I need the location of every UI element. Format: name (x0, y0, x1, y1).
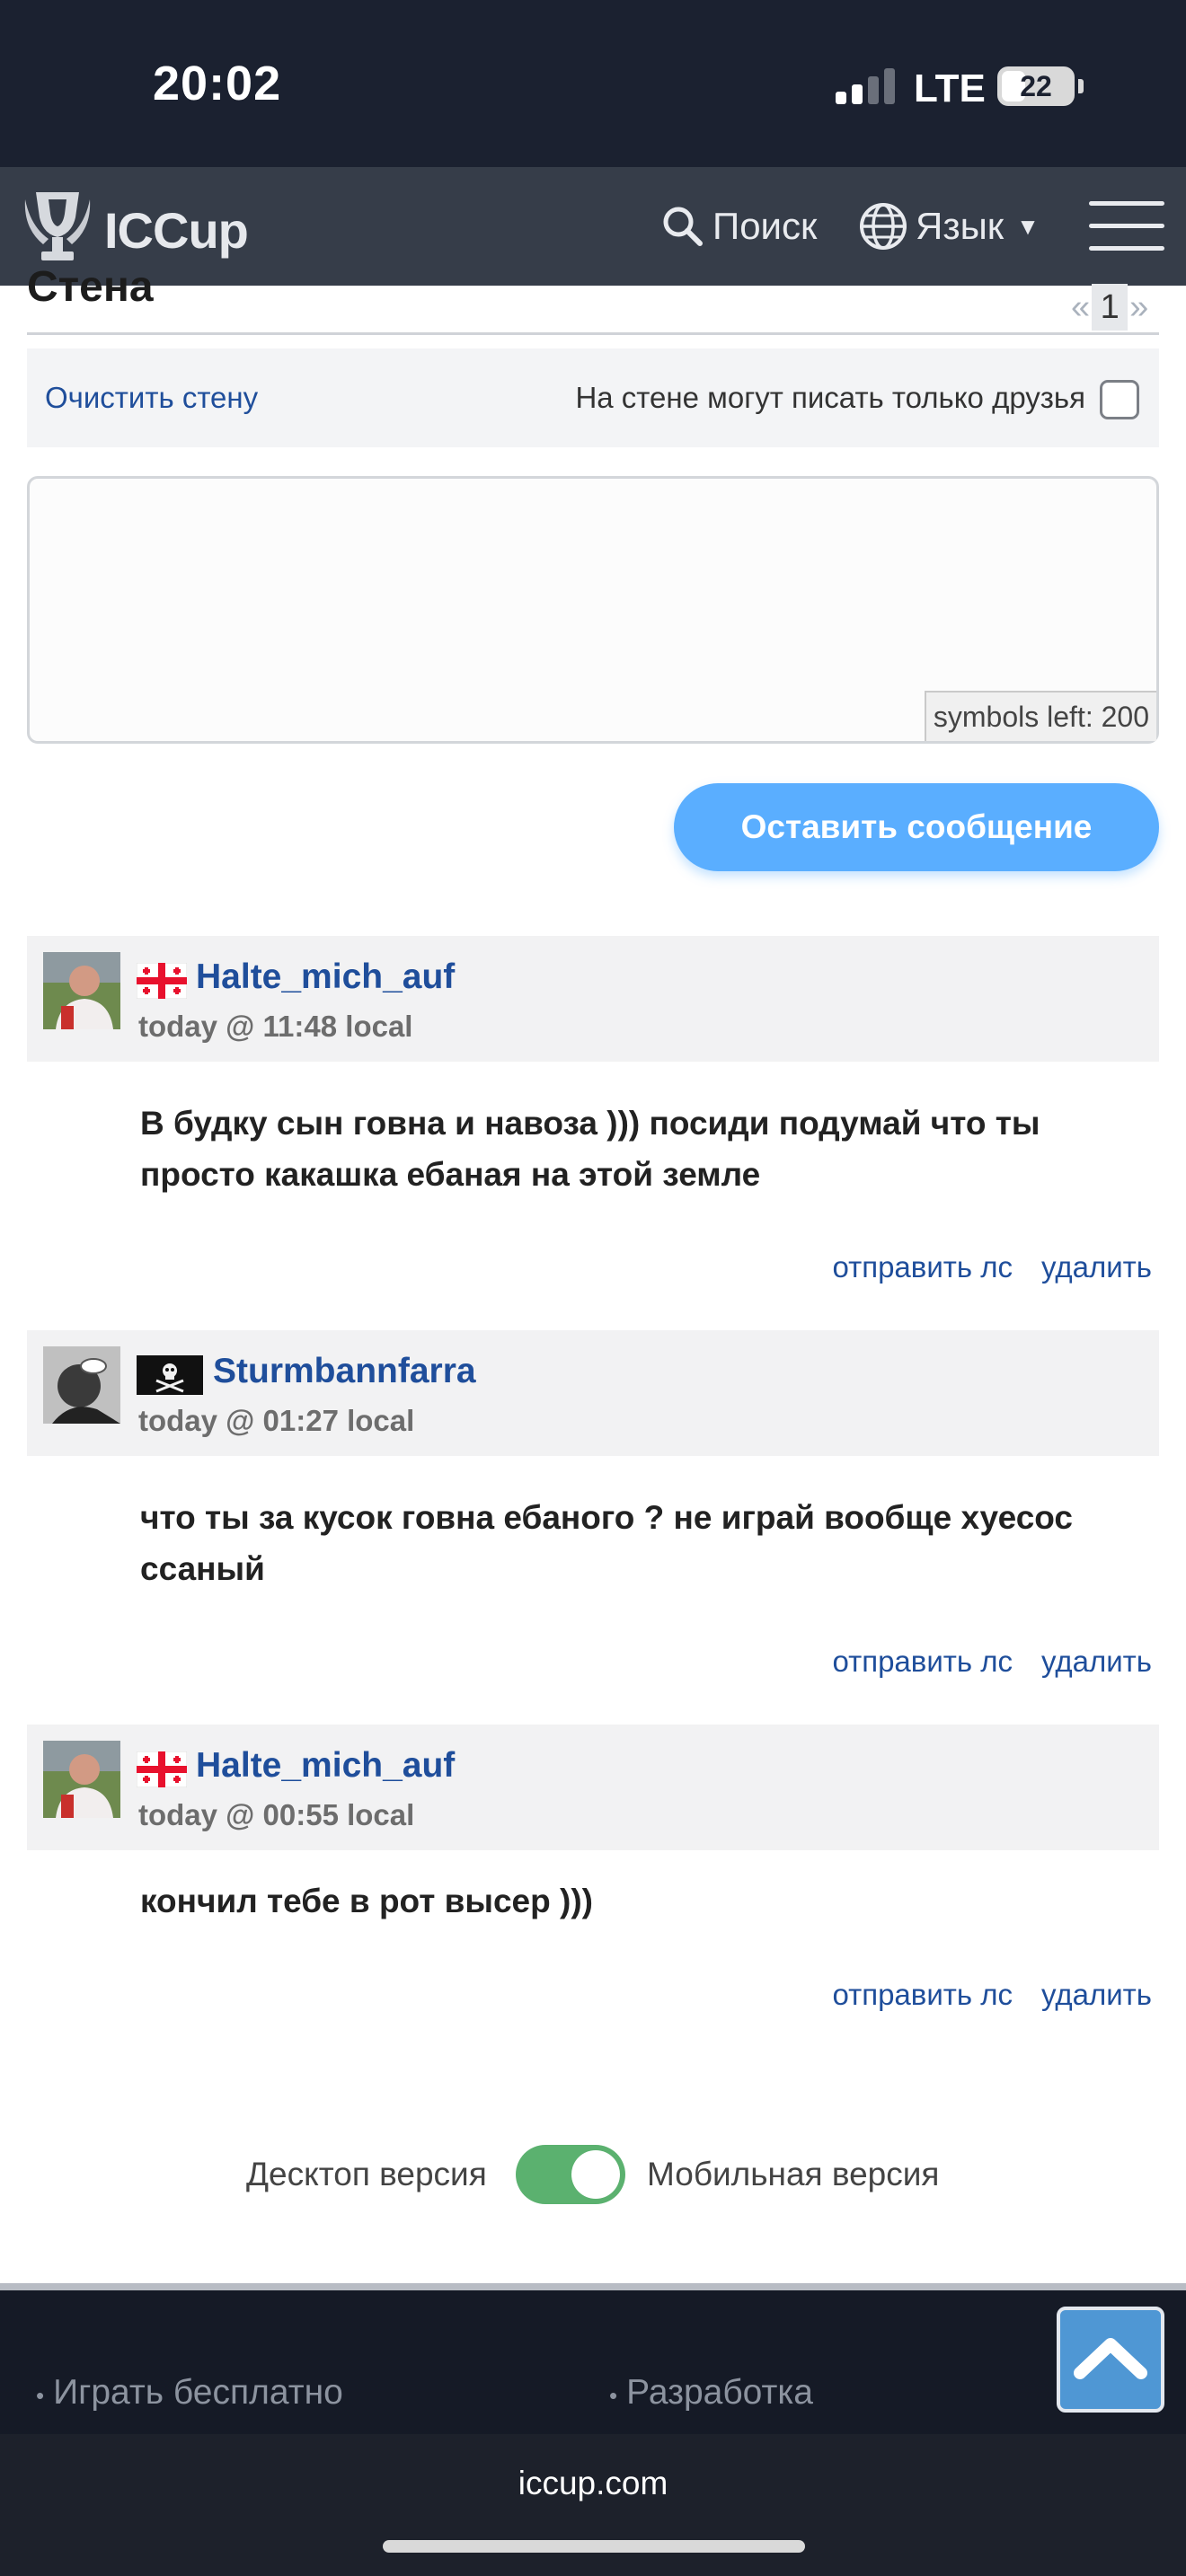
avatar[interactable] (43, 1741, 120, 1818)
chevron-down-icon: ▼ (1016, 212, 1040, 240)
symbols-left-counter: symbols left: 200 (924, 691, 1156, 741)
search-icon (663, 207, 703, 246)
version-toggle[interactable] (516, 2145, 625, 2204)
delete-post-link[interactable]: удалить (1041, 1250, 1152, 1284)
georgia-flag-icon (137, 1751, 187, 1787)
post-header: Halte_mich_auf today @ 11:48 local (27, 936, 1159, 1062)
home-indicator[interactable] (383, 2540, 805, 2553)
desktop-version-label[interactable]: Десктоп версия (246, 2156, 487, 2193)
logo-text[interactable]: ICCup (104, 201, 249, 260)
delete-post-link[interactable]: удалить (1041, 1645, 1152, 1679)
chevron-up-icon (1074, 2338, 1147, 2379)
wall-title: Стена (27, 263, 154, 311)
signal-icon (836, 66, 895, 104)
post-username[interactable]: Halte_mich_auf (196, 1746, 455, 1786)
delete-post-link[interactable]: удалить (1041, 1978, 1152, 2012)
post-header: Sturmbannfarra today @ 01:27 local (27, 1330, 1159, 1456)
divider (27, 332, 1159, 335)
wall-post: Sturmbannfarra today @ 01:27 local что т… (27, 1330, 1159, 1707)
clear-wall-link[interactable]: Очистить стену (45, 381, 258, 415)
network-label: LTE (914, 66, 986, 110)
wall-post: Halte_mich_auf today @ 11:48 local В буд… (27, 936, 1159, 1313)
toggle-knob (571, 2150, 620, 2199)
status-time: 20:02 (153, 57, 282, 110)
post-timestamp: today @ 01:27 local (138, 1404, 415, 1437)
friends-only-checkbox[interactable] (1100, 380, 1139, 419)
footer-link-play-free[interactable]: • Играть бесплатно (36, 2373, 343, 2413)
post-timestamp: today @ 00:55 local (138, 1798, 415, 1831)
globe-icon (860, 203, 907, 250)
send-pm-link[interactable]: отправить лс (832, 1645, 1013, 1679)
logo-icon[interactable] (22, 187, 93, 266)
url-text[interactable]: iccup.com (0, 2465, 1186, 2502)
pager-prev[interactable]: « (1071, 288, 1090, 327)
scroll-to-top-button[interactable] (1057, 2307, 1164, 2413)
menu-icon[interactable] (1089, 201, 1164, 251)
post-username[interactable]: Halte_mich_auf (196, 957, 455, 997)
wall-tools: Очистить стену На стене могут писать тол… (27, 348, 1159, 447)
post-text: В будку сын говна и навоза ))) посиди по… (140, 1105, 1040, 1193)
post-text: что ты за кусок говна ебаного ? не играй… (140, 1499, 1073, 1587)
send-pm-link[interactable]: отправить лс (832, 1250, 1013, 1284)
post-actions: отправить лс удалить (832, 1645, 1152, 1679)
pagination: « 1 » (1071, 284, 1148, 331)
message-textarea[interactable]: symbols left: 200 (27, 476, 1159, 744)
nav-search-label: Поиск (712, 205, 818, 247)
mobile-version-label[interactable]: Мобильная версия (647, 2156, 939, 2193)
footer-link-development[interactable]: • Разработка (609, 2373, 813, 2413)
nav-search-button[interactable]: Поиск (660, 199, 817, 253)
footer-divider (0, 2283, 1186, 2290)
pager-current-page[interactable]: 1 (1092, 284, 1128, 331)
battery-icon: 22 (997, 66, 1075, 106)
post-message-button[interactable]: Оставить сообщение (674, 783, 1159, 871)
georgia-flag-icon (137, 963, 187, 999)
send-pm-link[interactable]: отправить лс (832, 1978, 1013, 2012)
avatar[interactable] (43, 1346, 120, 1424)
nav-language-button[interactable]: Язык ▼ (858, 199, 1040, 253)
pirate-flag-icon (137, 1355, 203, 1395)
post-timestamp: today @ 11:48 local (138, 1010, 413, 1043)
version-switch-row: Десктоп версия Мобильная версия (0, 2145, 1186, 2204)
avatar[interactable] (43, 952, 120, 1029)
site-footer: • Играть бесплатно • Разработка (0, 2290, 1186, 2434)
battery-level: 22 (1020, 70, 1052, 102)
nav-language-label: Язык (916, 205, 1005, 247)
pager-next[interactable]: » (1129, 288, 1148, 327)
post-username[interactable]: Sturmbannfarra (213, 1352, 476, 1391)
post-text: кончил тебе в рот высер ))) (140, 1883, 593, 1919)
post-header: Halte_mich_auf today @ 00:55 local (27, 1725, 1159, 1850)
browser-url-bar: iccup.com (0, 2434, 1186, 2576)
post-actions: отправить лс удалить (832, 1250, 1152, 1284)
wall-post: Halte_mich_auf today @ 00:55 local кончи… (27, 1725, 1159, 2021)
status-bar: 20:02 LTE 22 (0, 0, 1186, 167)
post-actions: отправить лс удалить (832, 1978, 1152, 2012)
friends-only-label: На стене могут писать только друзья (575, 381, 1085, 414)
site-navbar: ICCup Поиск Язык ▼ (0, 167, 1186, 286)
